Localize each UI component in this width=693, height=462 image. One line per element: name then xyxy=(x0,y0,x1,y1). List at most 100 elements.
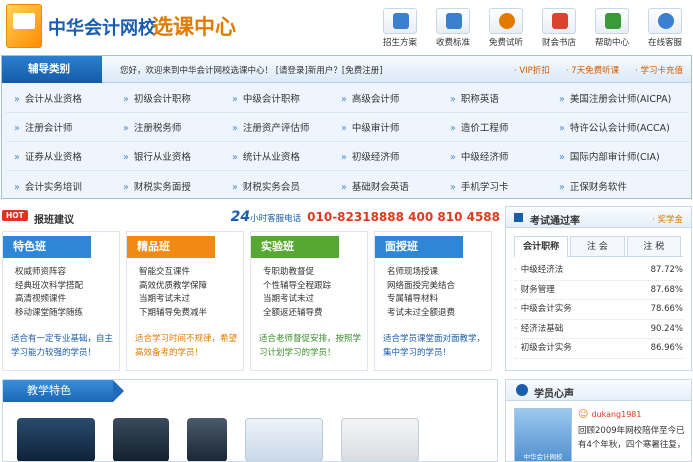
class-feature: 考试未过全额退费 xyxy=(387,307,456,318)
pass-rate-row[interactable]: 财务管理 87.68% xyxy=(514,281,683,300)
free-trial-link[interactable]: · 7天免费听课 xyxy=(566,64,619,76)
category-row: 证券从业资格银行从业资格统计从业资格初级经济师中级经济师国际内部审计师(CIA) xyxy=(6,142,687,171)
nav-label: 在线客服 xyxy=(647,38,682,48)
category-link[interactable]: 初级会计职称 xyxy=(115,91,224,105)
tab-accounting-title[interactable]: 会计职称 xyxy=(514,236,569,257)
help-icon xyxy=(595,8,629,34)
category-link[interactable]: 会计实务培训 xyxy=(6,179,115,193)
class-feature-list: 专职助教督促 个性辅导全程跟踪 当期考试未过 全额返还辅导费 xyxy=(263,266,331,320)
category-link[interactable]: 手机学习卡 xyxy=(442,179,551,193)
pass-rate-value: 90.24% xyxy=(650,323,683,334)
class-feature: 当期考试未过 xyxy=(139,294,191,304)
category-link[interactable]: 中级审计师 xyxy=(333,120,442,134)
headphones-icon xyxy=(489,8,523,34)
category-link[interactable]: 中级经济师 xyxy=(442,149,551,163)
class-card-footer: 适合老师督促安排，按照学习计划学习的学员！ xyxy=(259,334,362,358)
class-feature: 经典班次科学搭配 xyxy=(15,280,84,291)
nav-service-button[interactable]: 在线客服 xyxy=(643,8,687,48)
promo-links: · VIP折扣 · 7天免费听课 · 学习卡充值 xyxy=(514,64,683,76)
student-testimonial: 回顾2009年网校陪伴至今已有4个年秋，四个寒暑往复， xyxy=(578,426,686,450)
tab-tax[interactable]: 注 税 xyxy=(626,236,681,256)
category-title: 辅导类别 xyxy=(2,56,102,83)
category-link[interactable]: 注册会计师 xyxy=(6,120,115,134)
category-link[interactable]: 统计从业资格 xyxy=(224,149,333,163)
student-voice-title: 学员心声 xyxy=(534,389,574,400)
category-link[interactable]: 美国注册会计师(AICPA) xyxy=(551,91,679,105)
video-course-image[interactable] xyxy=(17,418,95,461)
logo-icon[interactable] xyxy=(6,4,42,48)
nav-label: 收费标准 xyxy=(435,38,470,48)
pass-rate-row[interactable]: 中级会计实务 78.66% xyxy=(514,300,683,320)
category-link[interactable]: 中级会计职称 xyxy=(224,91,333,105)
class-feature: 专职助教督促 xyxy=(263,267,315,277)
pass-rate-panel: 考试通过率 · 奖学金 会计职称 注 会 注 税 中级经济法 87.72% 财务管理… xyxy=(505,206,692,371)
category-link[interactable]: 特许公认会计师(ACCA) xyxy=(551,120,679,134)
category-link[interactable]: 造价工程师 xyxy=(442,120,551,134)
class-card-footer: 适合学员课堂面对面教学，集中学习的学员！ xyxy=(383,334,486,358)
pass-rate-title: 考试通过率 xyxy=(530,216,580,227)
login-link[interactable]: [请登录] xyxy=(276,66,308,76)
nav-plan-button[interactable]: 招生方案 xyxy=(378,8,422,48)
class-card[interactable]: 特色班 权威师资阵容 经典班次科学搭配 高清视频课件 移动课堂随学随练 适合有一定专业基础… xyxy=(2,231,120,371)
pass-rate-row[interactable]: 初级会计实务 86.96% xyxy=(514,339,683,359)
category-link[interactable]: 国际内部审计师(CIA) xyxy=(551,149,679,163)
software-image[interactable] xyxy=(245,418,323,461)
nav-trial-button[interactable]: 免费试听 xyxy=(484,8,528,48)
nav-fee-button[interactable]: 收费标准 xyxy=(431,8,475,48)
avatar[interactable]: 中华会计网校 xyxy=(514,408,572,461)
category-link[interactable]: 高级会计师 xyxy=(333,91,442,105)
category-link[interactable]: 注册税务师 xyxy=(115,120,224,134)
exam-paper-image[interactable] xyxy=(341,418,419,461)
nav-bookstore-button[interactable]: 财会书店 xyxy=(537,8,581,48)
category-link[interactable]: 职称英语 xyxy=(442,91,551,105)
category-link[interactable]: 银行从业资格 xyxy=(115,149,224,163)
recommend-bar: HOT 报班建议 24 小时客服电话 010-82318888 400 810 … xyxy=(2,207,500,227)
category-link[interactable]: 证券从业资格 xyxy=(6,149,115,163)
phone-image[interactable] xyxy=(187,418,227,461)
square-icon xyxy=(514,213,523,222)
class-feature: 权威师资阵容 xyxy=(15,267,67,277)
class-card-title[interactable]: 特色班 xyxy=(3,236,91,258)
category-link[interactable]: 注册资产评估师 xyxy=(224,120,333,134)
category-link[interactable]: 财税实务会员 xyxy=(224,179,333,193)
subject-name: 经济法基础 xyxy=(520,323,564,334)
category-link[interactable]: 财税实务面授 xyxy=(115,179,224,193)
pass-rate-row[interactable]: 经济法基础 90.24% xyxy=(514,320,683,339)
tab-cpa[interactable]: 注 会 xyxy=(570,236,625,256)
subject-name: 中级会计实务 xyxy=(520,304,572,314)
class-card[interactable]: 精品班 智能交互课件 高效优质教学保障 当期考试未过 下期辅导免费减半 适合学习时间不规律… xyxy=(126,231,244,371)
class-feature: 下期辅导免费减半 xyxy=(139,307,208,318)
nav-help-button[interactable]: 帮助中心 xyxy=(590,8,634,48)
student-username[interactable]: dukang1981 xyxy=(578,409,641,420)
vip-discount-link[interactable]: · VIP折扣 xyxy=(514,64,550,76)
teaching-title: 教学特色 xyxy=(3,380,124,402)
pass-rate-value: 78.66% xyxy=(650,304,683,314)
class-feature: 移动课堂随学随练 xyxy=(15,307,84,318)
class-card-title[interactable]: 实验班 xyxy=(251,236,339,258)
teaching-panel: 教学特色 xyxy=(2,379,498,462)
class-feature: 网络面授完美结合 xyxy=(387,280,456,291)
class-card-title[interactable]: 面授班 xyxy=(375,236,463,258)
nav-label: 免费试听 xyxy=(488,38,523,48)
category-link[interactable]: 正保财务软件 xyxy=(551,179,679,193)
class-card[interactable]: 面授班 名师现场授课 网络面授完美结合 专属辅导材料 考试未过全额退费 适合学员课堂面对面… xyxy=(374,231,492,371)
scholarship-link[interactable]: · 奖学金 xyxy=(652,213,683,225)
category-link[interactable]: 会计从业资格 xyxy=(6,91,115,105)
category-link[interactable]: 基础财会英语 xyxy=(333,179,442,193)
card-recharge-link[interactable]: · 学习卡充值 xyxy=(635,64,683,76)
nav-label: 财会书店 xyxy=(541,38,576,48)
nav-label: 帮助中心 xyxy=(594,38,629,48)
tablet-image[interactable] xyxy=(113,418,169,461)
plan-icon xyxy=(383,8,417,34)
category-link[interactable]: 初级经济师 xyxy=(333,149,442,163)
hotline-label: 小时客服电话 xyxy=(250,214,302,224)
class-card-title[interactable]: 精品班 xyxy=(127,236,215,258)
register-link[interactable]: [免费注册] xyxy=(342,66,383,76)
subject-name: 中级经济法 xyxy=(520,265,564,275)
class-card[interactable]: 实验班专职助教督促 个性辅导全程跟踪 当期考试未过 全额返还辅导费适合老师督促安排，按… xyxy=(250,231,368,371)
class-card-footer: 适合学习时间不规律，希望高效备考的学员！ xyxy=(135,334,238,358)
logo-text[interactable]: 中华会计网校 xyxy=(48,14,156,40)
class-feature: 当期考试未过 xyxy=(263,294,315,304)
class-feature-list: 智能交互课件 高效优质教学保障 当期考试未过 下期辅导免费减半 xyxy=(139,266,207,320)
pass-rate-row[interactable]: 中级经济法 87.72% xyxy=(514,261,683,281)
